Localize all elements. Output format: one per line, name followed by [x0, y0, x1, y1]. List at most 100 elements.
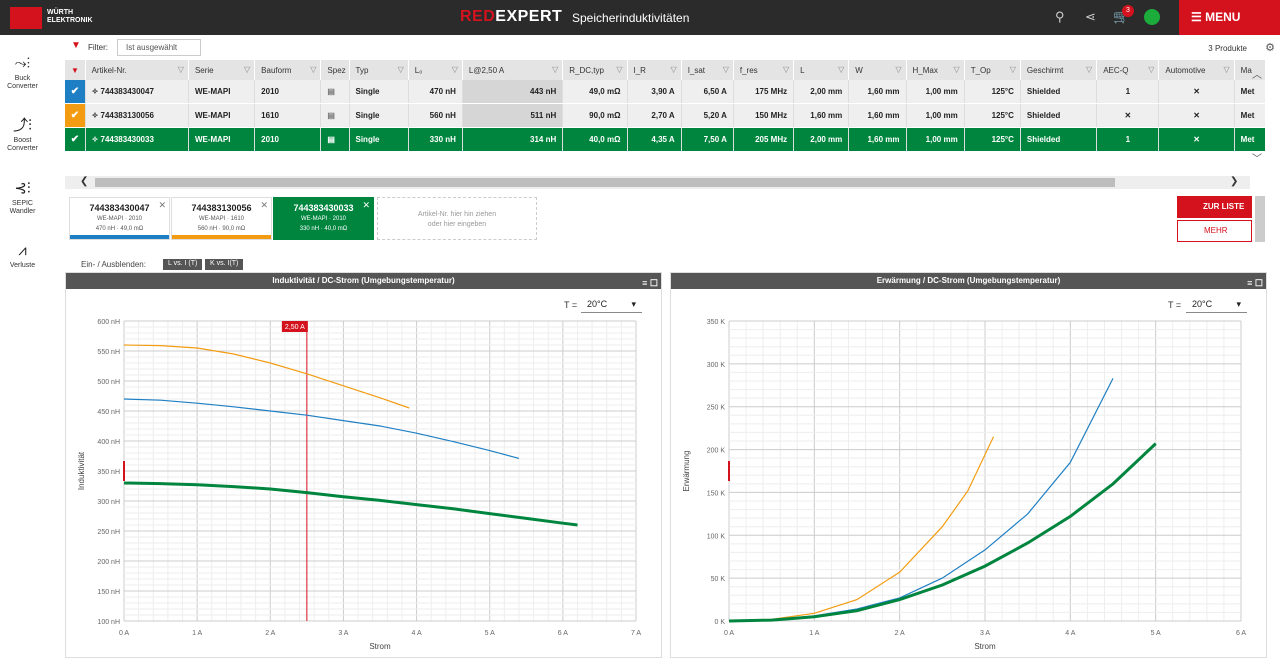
sidebar-item-sepic[interactable]: ⊰⫶ SEPIC Wandler	[0, 178, 45, 216]
column-filter-icon[interactable]: ▽	[671, 65, 677, 74]
table-cell: 3,90 A	[627, 80, 682, 104]
column-filter-icon[interactable]: ▽	[723, 65, 729, 74]
drag-icon[interactable]: ✧	[92, 135, 101, 144]
column-filter-icon[interactable]: ▽	[1086, 65, 1092, 74]
column-filter-icon[interactable]: ▽	[895, 65, 901, 74]
scroll-up-icon[interactable]: ︿	[1252, 66, 1262, 81]
toggle-l-vs-i-button[interactable]: L vs. I (T)	[163, 259, 203, 270]
filter-input[interactable]: Ist ausgewählt	[117, 39, 201, 56]
cell-value: 1610	[261, 111, 279, 120]
y-tick-label: 200 nH	[97, 559, 120, 566]
column-header[interactable]: R_DC,typ ▽	[562, 60, 628, 80]
close-icon[interactable]: ✕	[158, 200, 166, 211]
datasheet-icon[interactable]: ▤	[327, 111, 335, 120]
wurth-logo-icon[interactable]	[10, 7, 42, 29]
brand-logo[interactable]: REDEXPERT	[460, 8, 562, 26]
y-tick-label: 250 nH	[97, 529, 120, 536]
column-header[interactable]: Artikel-Nr. ▽	[85, 60, 189, 80]
select-column-header[interactable]: ▼	[65, 60, 86, 80]
datasheet-icon[interactable]: ▤	[327, 135, 335, 144]
table-row[interactable]: ✔ ✧ 744383430033 WE-MAPI 2010 ▤ Single 330 nH 3…	[65, 127, 1265, 152]
column-header[interactable]: L ▽	[793, 60, 850, 80]
column-header[interactable]: L@2,50 A ▽	[462, 60, 564, 80]
close-icon[interactable]: ✕	[260, 200, 268, 211]
heating-chart[interactable]: 0 A 1 A 2 A 3 A 4 A 5 A 6 A 0 K 50 K 100 K 150 K 20…	[671, 310, 1266, 655]
column-header[interactable]: Bauform ▽	[254, 60, 322, 80]
column-header[interactable]: I_sat ▽	[681, 60, 734, 80]
y-tick-label: 0 K	[714, 619, 725, 626]
column-filter-icon[interactable]: ▽	[244, 65, 250, 74]
column-filter-icon[interactable]: ▽	[783, 65, 789, 74]
inductance-chart[interactable]: 0 A 1 A 2 A 3 A 4 A 5 A 6 A 7 A 100 nH 150 nH 200 …	[66, 310, 661, 655]
sidebar-item-verluste[interactable]: ⩘ Verluste	[0, 240, 45, 270]
column-header[interactable]: L₀ ▽	[408, 60, 463, 80]
row-checkbox[interactable]: ✔	[65, 127, 86, 152]
row-checkbox[interactable]: ✔	[65, 103, 86, 128]
column-filter-icon[interactable]: ▽	[838, 65, 844, 74]
drag-icon[interactable]: ✧	[92, 87, 101, 96]
column-header[interactable]: Typ ▽	[349, 60, 409, 80]
column-filter-icon[interactable]: ▽	[552, 65, 558, 74]
card-number: 744383430033	[293, 203, 354, 213]
toggle-k-vs-i-button[interactable]: K vs. I(T)	[205, 259, 244, 270]
row-checkbox[interactable]: ✔	[65, 80, 86, 104]
compare-card[interactable]: ✕ 744383130056 WE-MAPI · 1610 560 nH · 90,0…	[171, 197, 272, 240]
compare-card[interactable]: ✕ 744383430047 WE-MAPI · 2010 470 nH · 49,0…	[69, 197, 170, 240]
column-filter-icon[interactable]: ▽	[616, 65, 622, 74]
chevron-left-icon[interactable]: ❮	[80, 176, 88, 187]
card-number: 744383130056	[191, 203, 252, 213]
close-icon[interactable]: ✕	[362, 200, 370, 211]
mehr-button[interactable]: MEHR	[1177, 220, 1252, 242]
column-filter-icon[interactable]: ▽	[954, 65, 960, 74]
column-filter-icon[interactable]: ▽	[398, 65, 404, 74]
column-filter-icon[interactable]: ▽	[1148, 65, 1154, 74]
gear-icon[interactable]: ⚙	[1265, 41, 1275, 54]
column-filter-icon[interactable]: ▽	[1010, 65, 1016, 74]
panel-menu-icon[interactable]: ≡ ☐	[642, 275, 658, 291]
column-header[interactable]: H_Max ▽	[906, 60, 965, 80]
x-tick-label: 2 A	[265, 630, 275, 637]
filter-icon[interactable]: ▼	[71, 40, 81, 51]
pin-icon[interactable]: ⚲	[1055, 9, 1065, 25]
panel-menu-icon[interactable]: ≡ ☐	[1247, 275, 1263, 291]
column-header[interactable]: Spez	[320, 60, 350, 80]
zur-liste-button[interactable]: ZUR LISTE	[1177, 196, 1252, 218]
sidebar-item-boost[interactable]: ⤴⫶ Boost Converter	[0, 115, 45, 153]
table-row[interactable]: ✔ ✧ 744383430047 WE-MAPI 2010 ▤ Single 470 nH 4…	[65, 80, 1265, 104]
sidebar-item-label: SEPIC Wandler	[9, 200, 36, 215]
table-cell: Single	[349, 103, 409, 128]
card-line2: 470 nH · 49,0 mΩ	[95, 226, 144, 232]
cell-value: 175 MHz	[755, 87, 788, 96]
column-filter-icon[interactable]: ▽	[452, 65, 458, 74]
horizontal-scrollbar[interactable]	[65, 176, 1250, 189]
column-header[interactable]: Geschirmt ▽	[1020, 60, 1098, 80]
column-header[interactable]: Automotive ▽	[1158, 60, 1235, 80]
column-filter-icon[interactable]: ▽	[1224, 65, 1230, 74]
datasheet-icon[interactable]: ▤	[327, 87, 335, 96]
cell-value: Shielded	[1026, 87, 1061, 96]
table-row[interactable]: ✔ ✧ 744383130056 WE-MAPI 1610 ▤ Single 560 nH 5…	[65, 103, 1265, 128]
article-drop-zone[interactable]: Artikel-Nr. hier hin ziehen oder hier ei…	[377, 197, 537, 240]
sidebar-item-buck[interactable]: ⤳⫶ Buck Converter	[0, 53, 45, 91]
scroll-down-icon[interactable]: ﹀	[1252, 150, 1262, 165]
marker-label: 2,50 A	[285, 324, 305, 331]
column-header[interactable]: W ▽	[848, 60, 907, 80]
menu-button[interactable]: ☰ MENU	[1179, 0, 1280, 35]
chevron-down-icon: ▾	[1236, 299, 1241, 309]
user-icon[interactable]	[1144, 9, 1160, 25]
share-icon[interactable]: ⋖	[1085, 9, 1096, 25]
panel-scrollbar[interactable]	[1255, 196, 1265, 242]
scrollbar-thumb[interactable]	[95, 178, 1115, 187]
column-header[interactable]: AEC-Q ▽	[1096, 60, 1160, 80]
column-header[interactable]: f_res ▽	[733, 60, 795, 80]
chevron-right-icon[interactable]: ❯	[1230, 176, 1238, 187]
column-header[interactable]: I_R ▽	[627, 60, 682, 80]
column-filter-icon[interactable]: ▽	[310, 65, 316, 74]
column-header[interactable]: Serie ▽	[188, 60, 256, 80]
column-filter-icon[interactable]: ▽	[178, 65, 184, 74]
drag-icon[interactable]: ✧	[92, 111, 101, 120]
column-header[interactable]: T_Op ▽	[964, 60, 1021, 80]
column-header-label: L	[800, 65, 805, 75]
compare-card-active[interactable]: ✕ 744383430033 WE-MAPI · 2010 330 nH · 40,0…	[273, 197, 374, 240]
y-axis-handle	[123, 461, 125, 481]
